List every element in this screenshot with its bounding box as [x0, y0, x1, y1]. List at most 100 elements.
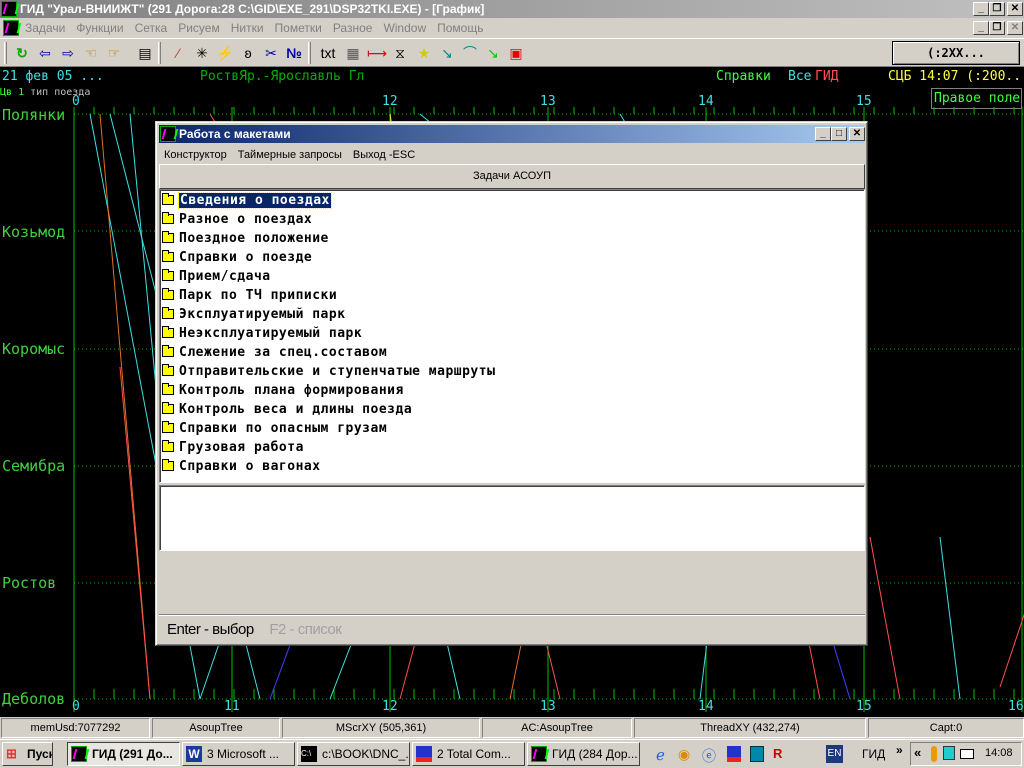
layouts-dialog: Работа с макетами _ □ ✕ Конструктор Тайме…: [155, 121, 868, 646]
tray-info-icon[interactable]: [931, 746, 937, 762]
all-label[interactable]: Все: [788, 69, 811, 84]
folder-icon: [162, 269, 174, 281]
menu-constructor[interactable]: Конструктор: [164, 149, 227, 161]
browser-icon[interactable]: ⓔ: [702, 746, 716, 766]
word-icon: W: [186, 746, 202, 762]
close-button[interactable]: ✕: [1007, 2, 1023, 16]
hand-left-icon[interactable]: ☜: [81, 43, 101, 63]
tree-item[interactable]: Контроль плана формирования: [162, 381, 404, 400]
task-console[interactable]: C:\ c:\BOOK\DNC_...: [297, 742, 410, 766]
asoup-tasks-button[interactable]: Задачи АСОУП: [159, 164, 865, 189]
curve-up-icon[interactable]: ⌒: [460, 43, 480, 63]
child-minimize-button[interactable]: _: [973, 21, 989, 35]
tree-item[interactable]: Разное о поездах: [162, 210, 312, 229]
app-icon: [1, 1, 17, 17]
mode-button[interactable]: (:2XX...: [892, 41, 1020, 65]
menu-functions[interactable]: Функции: [76, 21, 123, 35]
language-indicator[interactable]: EN: [826, 745, 843, 763]
toolbar-grip[interactable]: [4, 42, 7, 64]
txt-icon[interactable]: txt: [318, 43, 338, 63]
menu-marks[interactable]: Пометки: [275, 21, 322, 35]
tree-item[interactable]: Контроль веса и длины поезда: [162, 400, 412, 419]
task-gid-291[interactable]: ГИД (291 До...: [67, 742, 180, 766]
floppy-icon[interactable]: [727, 746, 741, 762]
red-arrow-icon[interactable]: ⟼: [367, 43, 387, 63]
tray-network-icon[interactable]: [943, 746, 955, 760]
tree-item[interactable]: Поездное положение: [162, 229, 329, 248]
scissors-icon[interactable]: ✂: [261, 43, 281, 63]
number-icon[interactable]: №: [284, 43, 304, 63]
tree-item[interactable]: Эксплуатируемый парк: [162, 305, 346, 324]
task-total-commander[interactable]: 2 Total Com...: [412, 742, 525, 766]
minimize-button[interactable]: _: [973, 2, 989, 16]
toolbar-grip[interactable]: [308, 42, 311, 64]
spravki-label[interactable]: Справки: [716, 69, 771, 84]
chevron-icon[interactable]: »: [896, 743, 903, 757]
dialog-minimize-button[interactable]: _: [815, 127, 831, 141]
gid-label[interactable]: ГИД: [815, 69, 838, 84]
tree-item-label: Справки о поезде: [179, 250, 313, 265]
star-icon[interactable]: ★: [414, 43, 434, 63]
menu-misc[interactable]: Разное: [333, 21, 373, 35]
menu-timer-requests[interactable]: Таймерные запросы: [238, 149, 342, 161]
ie-icon[interactable]: ℯ: [656, 746, 665, 764]
tree-item[interactable]: Справки о поезде: [162, 248, 312, 267]
tree-item[interactable]: Грузовая работа: [162, 438, 304, 457]
tree-item[interactable]: Справки о вагонах: [162, 457, 321, 476]
task-label: ГИД (284 Дор...: [552, 747, 638, 761]
lightning-icon[interactable]: ⚡: [215, 43, 235, 63]
restore-button[interactable]: ❐: [989, 2, 1005, 16]
media-player-icon[interactable]: ◉: [678, 746, 690, 763]
hour-label: 13: [540, 699, 556, 714]
child-restore-button[interactable]: ❐: [989, 21, 1005, 35]
right-field-label[interactable]: Правое поле: [931, 88, 1022, 109]
folder-icon: [162, 421, 174, 433]
dialog-maximize-button[interactable]: □: [831, 127, 847, 141]
tree-item[interactable]: Прием/сдача: [162, 267, 271, 286]
curve-down-icon[interactable]: ↘: [437, 43, 457, 63]
menu-draw[interactable]: Рисуем: [178, 21, 220, 35]
menu-threads[interactable]: Нитки: [231, 21, 264, 35]
slope-icon[interactable]: ↘: [483, 43, 503, 63]
layout-icon[interactable]: ▦: [343, 43, 363, 63]
rectangle-icon[interactable]: ▣: [506, 43, 526, 63]
menu-exit[interactable]: Выход -ESC: [353, 149, 415, 161]
dialog-title-bar[interactable]: Работа с макетами _ □ ✕: [159, 125, 865, 143]
menu-tasks[interactable]: Задачи: [25, 21, 65, 35]
server-icon[interactable]: [750, 746, 764, 762]
menu-window[interactable]: Window: [383, 21, 426, 35]
toolbar-grip[interactable]: [158, 42, 161, 64]
menu-bar: Задачи Функции Сетка Рисуем Нитки Пометки Разн…: [0, 18, 1024, 38]
folder-icon: [162, 383, 174, 395]
line-tool-icon[interactable]: ⧖: [390, 43, 410, 63]
child-window-icon[interactable]: [3, 20, 19, 36]
task-gid-284[interactable]: ГИД (284 Дор...: [527, 742, 640, 766]
tray-device-icon[interactable]: [960, 749, 974, 759]
tasks-tree[interactable]: Сведения о поездах Разное о поездах Поездн…: [159, 189, 865, 483]
figure-icon[interactable]: ʚ: [238, 43, 258, 63]
tree-item[interactable]: Сведения о поездах: [162, 191, 332, 210]
tree-item-label: Контроль плана формирования: [179, 383, 404, 398]
hand-right-icon[interactable]: ☞: [104, 43, 124, 63]
tree-item[interactable]: Парк по ТЧ приписки: [162, 286, 337, 305]
gid-toolbar-label[interactable]: ГИД: [862, 747, 885, 761]
tree-item[interactable]: Слежение за спец.составом: [162, 343, 387, 362]
task-word[interactable]: W 3 Microsoft ...: [182, 742, 295, 766]
tree-item[interactable]: Неэксплуатируемый парк: [162, 324, 362, 343]
page-forward-icon[interactable]: ⇨: [58, 43, 78, 63]
tool-icon[interactable]: R: [773, 746, 782, 761]
page-back-icon[interactable]: ⇦: [35, 43, 55, 63]
tree-item[interactable]: Отправительские и ступенчатые маршруты: [162, 362, 495, 381]
sparkle-icon[interactable]: ✳: [192, 43, 212, 63]
child-close-button[interactable]: ✕: [1007, 21, 1023, 35]
wand-icon[interactable]: ⁄: [168, 43, 188, 63]
dialog-close-button[interactable]: ✕: [849, 127, 865, 141]
menu-help[interactable]: Помощь: [437, 21, 483, 35]
tree-item[interactable]: Справки по опасным грузам: [162, 419, 387, 438]
report-icon[interactable]: ▤: [135, 43, 155, 63]
tray-expand-icon[interactable]: «: [914, 745, 921, 760]
start-button[interactable]: ⊞ Пуск: [2, 742, 53, 766]
refresh-icon[interactable]: ↻: [12, 43, 32, 63]
menu-grid[interactable]: Сетка: [135, 21, 168, 35]
tree-item-label: Парк по ТЧ приписки: [179, 288, 338, 303]
